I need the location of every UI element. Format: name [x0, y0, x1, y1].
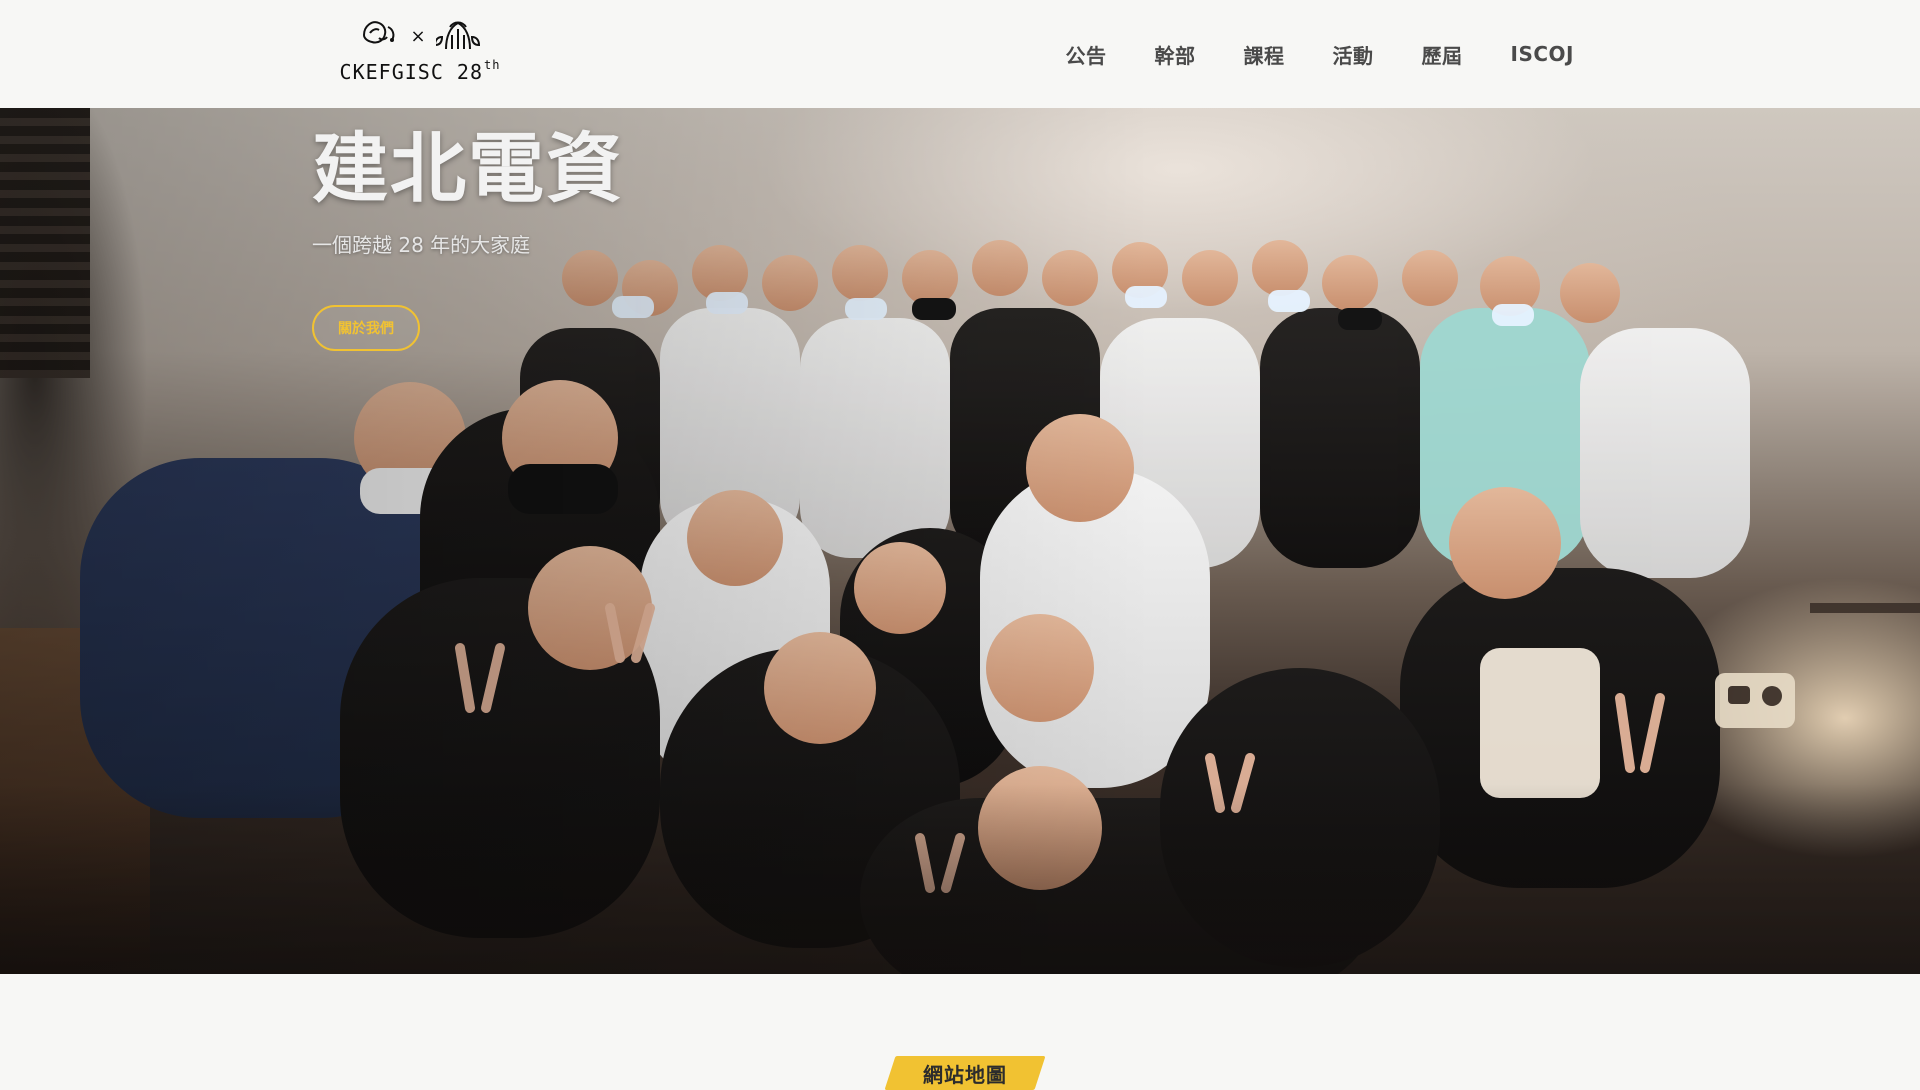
gisc-logo-icon — [433, 15, 482, 59]
nav-announcements[interactable]: 公告 — [1066, 34, 1107, 75]
about-us-button[interactable]: 關於我們 — [312, 305, 420, 351]
nav-officers[interactable]: 幹部 — [1155, 34, 1196, 75]
site-logo[interactable]: × CKEFGISC 28th — [330, 16, 510, 92]
nav-courses[interactable]: 課程 — [1244, 34, 1285, 75]
brand-name: CKEFGISC 28 — [339, 60, 483, 84]
top-nav: 公告 幹部 課程 活動 歷屆 ISCOJ — [1066, 0, 1574, 108]
ckef-logo-icon — [358, 15, 400, 59]
nav-history[interactable]: 歷屆 — [1422, 34, 1463, 75]
hero: 建北電資 一個跨越 28 年的大家庭 關於我們 — [0, 108, 1920, 974]
nav-iscoj[interactable]: ISCOJ — [1511, 36, 1574, 72]
brand-superscript: th — [484, 58, 501, 73]
brand-separator: × — [410, 26, 426, 47]
nav-activities[interactable]: 活動 — [1333, 34, 1374, 75]
sitemap-badge-label: 網站地圖 — [923, 1062, 1007, 1087]
hero-overlay — [0, 108, 1920, 974]
brand-mark: × — [358, 16, 481, 58]
sitemap-section: 網站地圖 — [0, 974, 1920, 1090]
brand-text: CKEFGISC 28th — [339, 58, 501, 84]
hero-title: 建北電資 — [312, 124, 624, 213]
hero-subtitle: 一個跨越 28 年的大家庭 — [312, 232, 531, 257]
site-header: × CKEFGISC 28th 公告 幹部 課程 活動 歷屆 ISCOJ — [0, 0, 1920, 108]
sitemap-badge: 網站地圖 — [884, 1056, 1046, 1090]
hero-content: 建北電資 一個跨越 28 年的大家庭 關於我們 — [312, 124, 832, 351]
